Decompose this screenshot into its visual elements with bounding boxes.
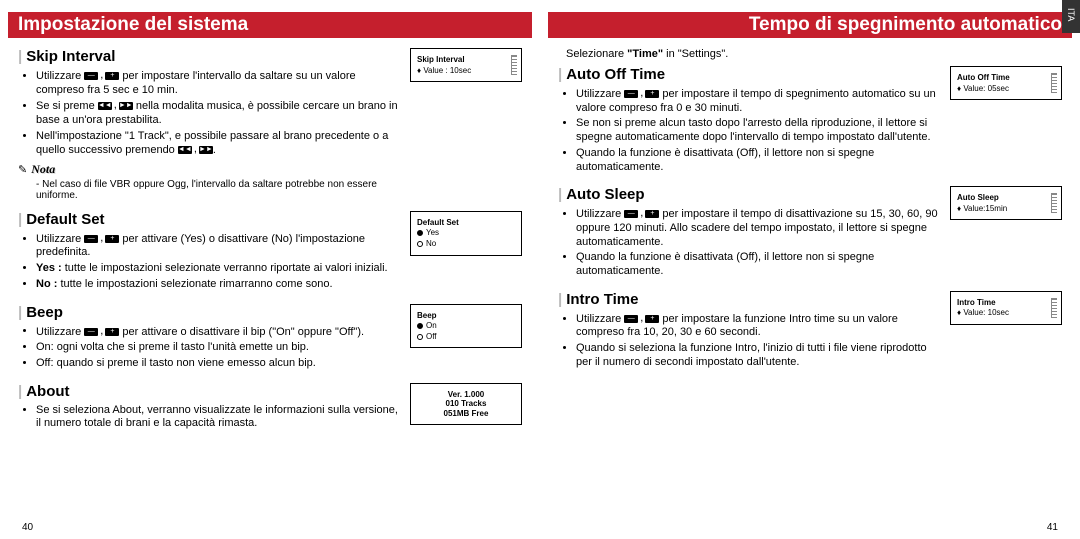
section-auto-sleep: |Auto Sleep Utilizzare —,+ per impostare… [558, 186, 1062, 281]
lcd-introtime: Intro Time ♦ Value: 10sec [950, 291, 1062, 325]
prev-icon: ◄◄ [98, 102, 112, 110]
prev-icon: ◄◄ [178, 146, 192, 154]
next-icon: ►► [199, 146, 213, 154]
beep-title: |Beep [18, 304, 400, 321]
skip-bullet-2: Se si preme ◄◄,►► nella modalita musica,… [36, 99, 400, 127]
plus-icon: + [105, 235, 119, 243]
section-auto-off: |Auto Off Time Utilizzare —,+ per impost… [558, 66, 1062, 176]
autosleep-bullet-1: Utilizzare —,+ per impostare il tempo di… [576, 207, 940, 249]
autosleep-bullet-2: Quando la funzione è disattivata (Off), … [576, 251, 940, 279]
lcd-autooff: Auto Off Time ♦ Value: 05sec [950, 66, 1062, 100]
note-text: - Nel caso di file VBR oppure Ogg, l'int… [18, 179, 400, 201]
beep-bullet-3: Off: quando si preme il tasto non viene … [36, 357, 400, 371]
section-beep: |Beep Utilizzare —,+ per attivare o disa… [18, 304, 522, 373]
lcd-autosleep: Auto Sleep ♦ Value:15min [950, 186, 1062, 220]
header-left: Impostazione del sistema [8, 12, 532, 38]
page-right: ITA Tempo di spegnimento automatico Sele… [558, 12, 1062, 531]
section-about: |About Se si seleziona About, verranno v… [18, 383, 522, 434]
section-intro-time: |Intro Time Utilizzare —,+ per impostare… [558, 291, 1062, 372]
lcd-about: Ver. 1.000 010 Tracks 051MB Free [410, 383, 522, 426]
skip-bullet-3: Nell'impostazione "1 Track", e possibile… [36, 130, 400, 158]
minus-icon: — [624, 315, 638, 323]
default-bullet-2: Yes : tutte le impostazioni selezionate … [36, 262, 400, 276]
next-icon: ►► [119, 102, 133, 110]
beep-bullet-2: On: ogni volta che si preme il tasto l'u… [36, 341, 400, 355]
beep-bullet-1: Utilizzare —,+ per attivare o disattivar… [36, 325, 400, 340]
default-title: |Default Set [18, 211, 400, 228]
autooff-bullet-2: Se non si preme alcun tasto dopo l'arres… [576, 117, 940, 145]
introtime-title: |Intro Time [558, 291, 940, 308]
autooff-bullet-3: Quando la funzione è disattivata (Off), … [576, 147, 940, 175]
about-bullet-1: Se si seleziona About, verranno visualiz… [36, 404, 400, 432]
header-right-title: Tempo di spegnimento automatico [749, 14, 1062, 36]
note-row: ✎ Nota [18, 162, 400, 177]
intro-line: Selezionare "Time" in "Settings". [558, 48, 1062, 60]
plus-icon: + [645, 210, 659, 218]
lcd-skip: Skip Interval ♦ Value : 10sec [410, 48, 522, 82]
page-number-right: 41 [1047, 522, 1058, 533]
header-right: Tempo di spegnimento automatico [548, 12, 1072, 38]
default-bullet-1: Utilizzare —,+ per attivare (Yes) o disa… [36, 232, 400, 260]
section-default-set: |Default Set Utilizzare —,+ per attivare… [18, 211, 522, 294]
lcd-default: Default Set Yes No [410, 211, 522, 256]
section-skip-interval: |Skip Interval Utilizzare —,+ per impost… [18, 48, 522, 201]
introtime-bullet-1: Utilizzare —,+ per impostare la funzione… [576, 312, 940, 340]
lang-tab: ITA [1062, 0, 1080, 33]
page-left: Impostazione del sistema |Skip Interval … [18, 12, 522, 531]
about-title: |About [18, 383, 400, 400]
introtime-bullet-2: Quando si seleziona la funzione Intro, l… [576, 342, 940, 370]
minus-icon: — [84, 72, 98, 80]
autosleep-title: |Auto Sleep [558, 186, 940, 203]
lcd-beep: Beep On Off [410, 304, 522, 349]
page-number-left: 40 [22, 522, 33, 533]
minus-icon: — [84, 328, 98, 336]
pencil-icon: ✎ [18, 163, 27, 176]
note-label: Nota [31, 162, 55, 177]
default-bullet-3: No : tutte le impostazioni selezionate r… [36, 278, 400, 292]
plus-icon: + [645, 315, 659, 323]
autooff-bullet-1: Utilizzare —,+ per impostare il tempo di… [576, 87, 940, 115]
minus-icon: — [624, 90, 638, 98]
skip-title: |Skip Interval [18, 48, 400, 65]
minus-icon: — [624, 210, 638, 218]
plus-icon: + [645, 90, 659, 98]
minus-icon: — [84, 235, 98, 243]
skip-bullet-1: Utilizzare —,+ per impostare l'intervall… [36, 69, 400, 97]
plus-icon: + [105, 72, 119, 80]
header-left-title: Impostazione del sistema [18, 14, 248, 36]
plus-icon: + [105, 328, 119, 336]
autooff-title: |Auto Off Time [558, 66, 940, 83]
